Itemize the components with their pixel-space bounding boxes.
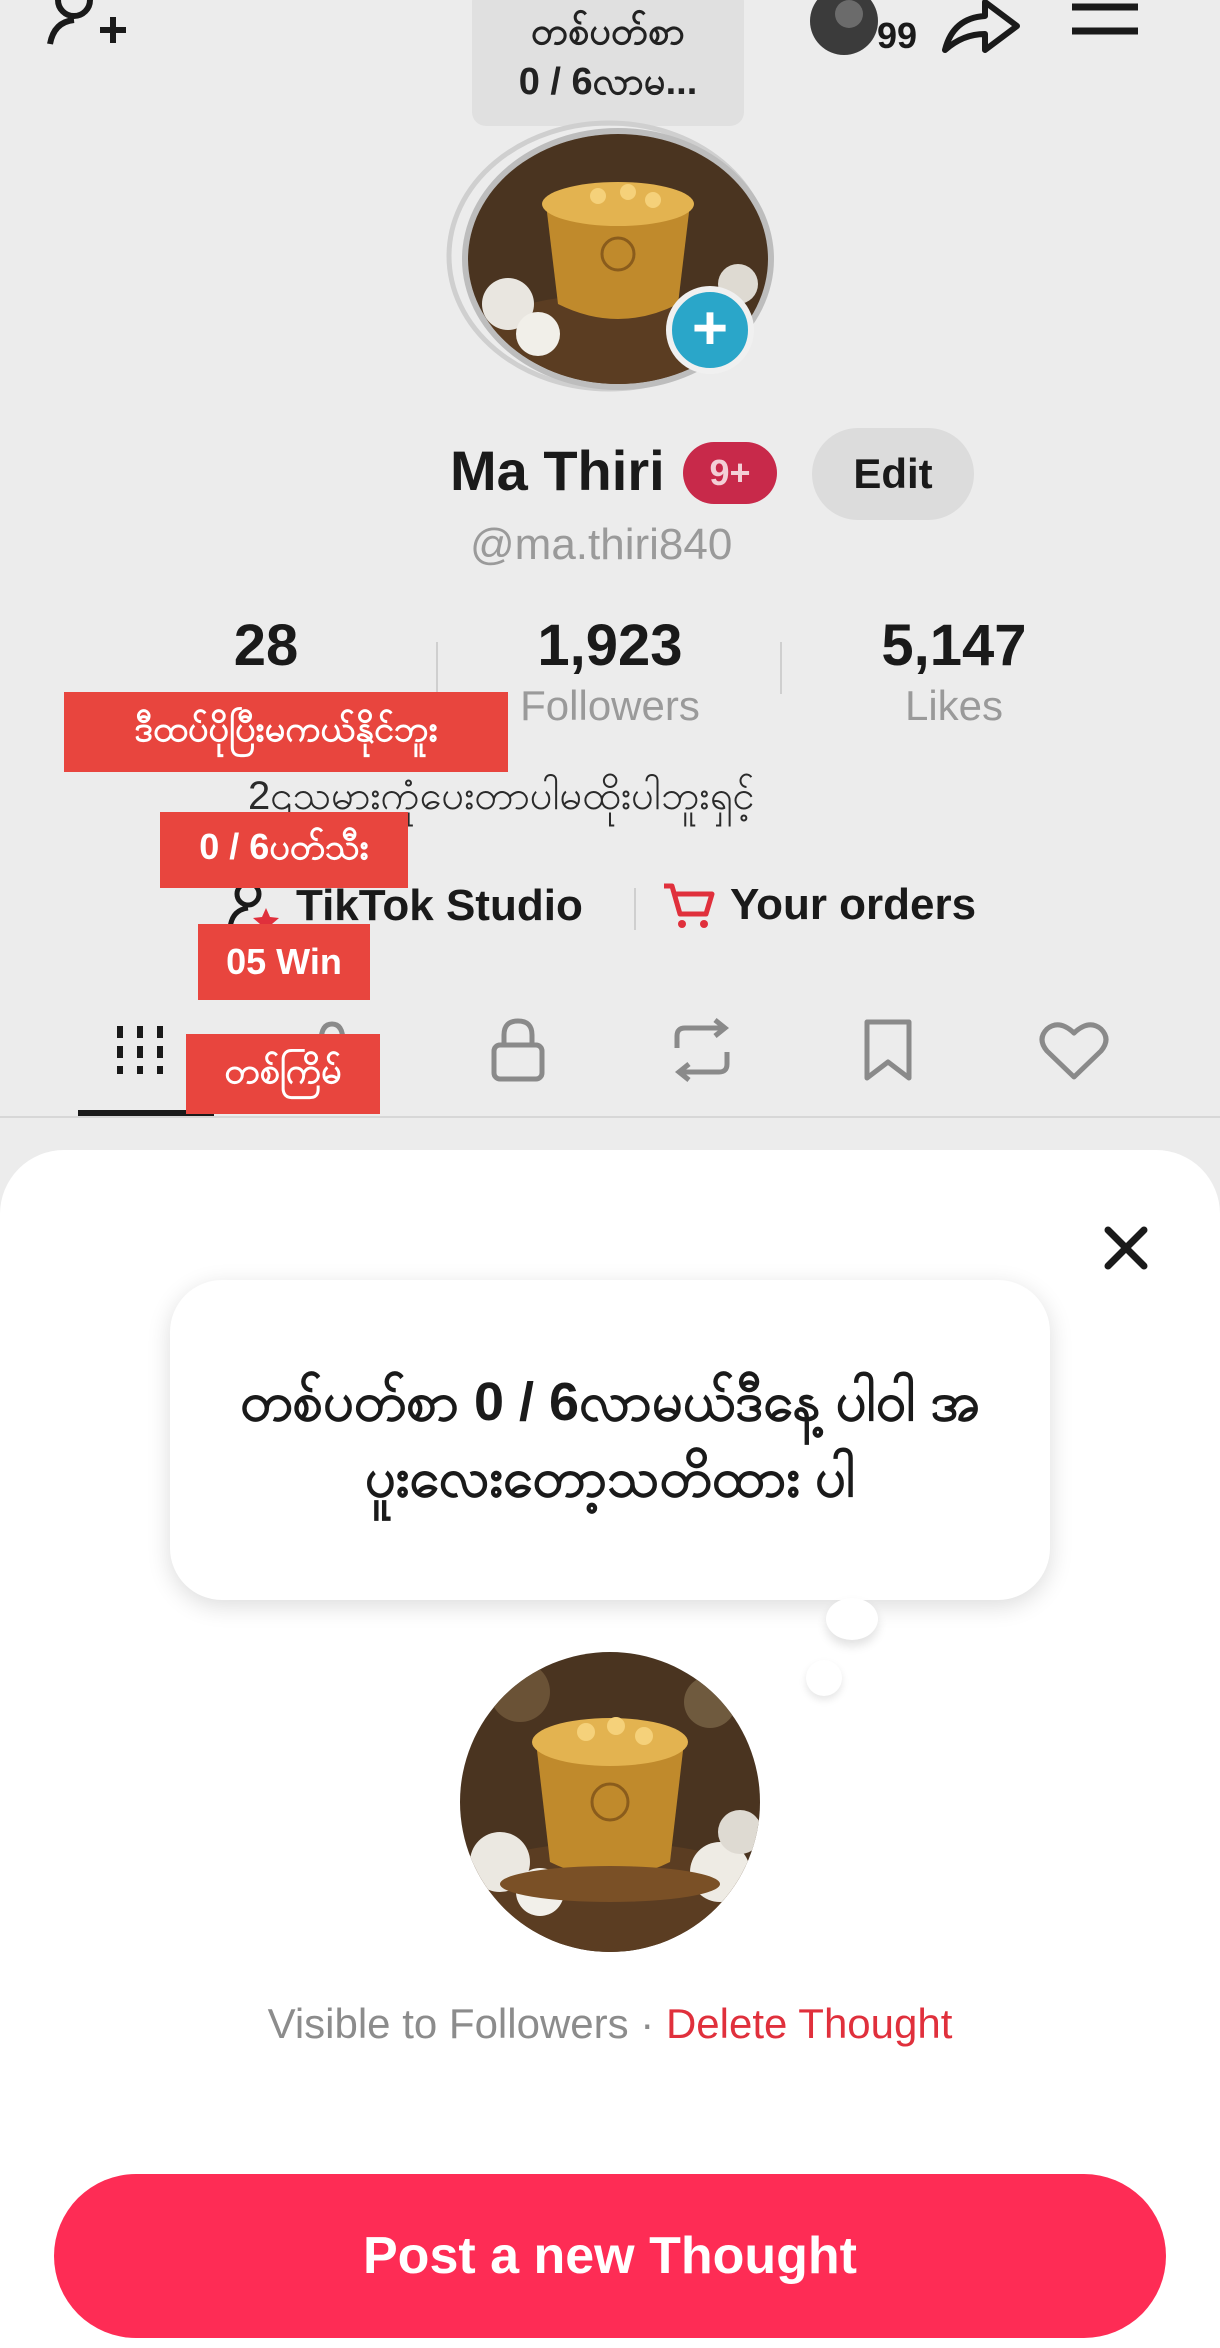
story-count: 99	[876, 15, 918, 56]
your-orders-label: Your orders	[730, 880, 977, 929]
following-count[interactable]: 28	[136, 612, 396, 679]
caption-label-3: 05 Win	[198, 924, 370, 1000]
post-new-thought-button[interactable]: Post a new Thought	[54, 2174, 1166, 2338]
story-avatar[interactable]: 99	[808, 0, 918, 56]
tab-videos-icon[interactable]	[100, 1010, 180, 1090]
profile-page: တစ်ပတ်စာ 0 / 6လာမ... 99 + Ma Thiri 9+ Ed…	[0, 0, 1220, 1160]
sheet-avatar	[460, 1652, 760, 1952]
thought-card: တစ်ပတ်စာ 0 / 6လာမယ်ဒီနေ့ ပါဝါ အပူးလေးတော…	[170, 1280, 1050, 1600]
stat-divider	[780, 642, 782, 694]
share-icon[interactable]	[936, 0, 1026, 56]
tab-reposts-icon[interactable]	[662, 1010, 742, 1090]
add-friend-icon[interactable]	[44, 0, 134, 56]
thought-tail-large	[826, 1598, 878, 1640]
profile-name: Ma Thiri	[450, 439, 665, 502]
tab-bar-divider	[0, 1116, 1220, 1118]
thought-preview-line2: 0 / 6လာမ...	[518, 61, 698, 103]
likes-count[interactable]: 5,147	[824, 612, 1084, 679]
close-icon[interactable]	[1096, 1218, 1156, 1278]
thought-preview-line1: တစ်ပတ်စာ	[530, 11, 686, 53]
tab-liked-heart-icon[interactable]	[1034, 1010, 1114, 1090]
menu-icon[interactable]	[1068, 0, 1142, 48]
followers-count[interactable]: 1,923	[480, 612, 740, 679]
thought-preview-bubble[interactable]: တစ်ပတ်စာ 0 / 6လာမ...	[472, 0, 744, 126]
visibility-separator: ·	[640, 2000, 655, 2047]
stat-divider	[436, 642, 438, 694]
likes-label: Likes	[904, 682, 1004, 729]
link-divider	[634, 888, 636, 930]
visibility-row: Visible to Followers · Delete Thought	[0, 2000, 1220, 2048]
tab-saved-bookmark-icon[interactable]	[848, 1010, 928, 1090]
thought-text: တစ်ပတ်စာ 0 / 6လာမယ်ဒီနေ့ ပါဝါ အပူးလေးတော…	[240, 1372, 980, 1508]
notification-badge[interactable]: 9+	[683, 442, 777, 504]
caption-label-1: ဒီထပ်ပိုပြီးမကယ်နိုင်ဘူး	[64, 692, 508, 772]
add-avatar-button[interactable]: +	[666, 286, 754, 374]
your-orders-link[interactable]: Your orders	[662, 880, 976, 930]
followers-label: Followers	[520, 682, 700, 729]
thought-tail-small	[806, 1660, 842, 1696]
delete-thought-link[interactable]: Delete Thought	[666, 2000, 952, 2047]
tab-private-lock-icon[interactable]	[478, 1010, 558, 1090]
edit-profile-button[interactable]: Edit	[812, 428, 974, 520]
caption-label-2: 0 / 6ပတ်သီး	[160, 812, 408, 888]
caption-label-4: တစ်ကြိမ်	[186, 1034, 380, 1114]
cart-icon	[664, 883, 715, 928]
visibility-text: Visible to Followers	[267, 2000, 629, 2047]
profile-handle: @ma.thiri840	[470, 520, 733, 569]
